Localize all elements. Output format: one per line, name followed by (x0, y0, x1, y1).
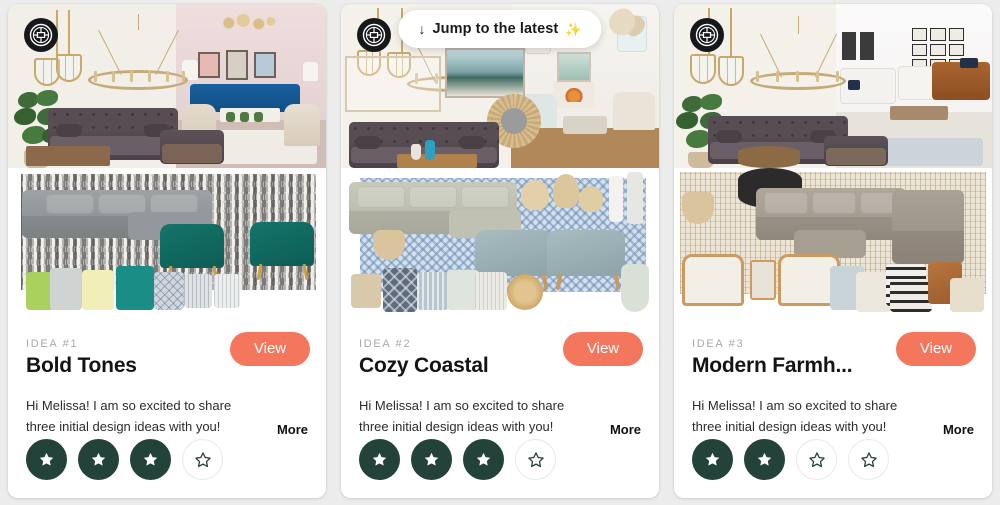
rating-star-3[interactable] (130, 439, 171, 480)
brand-badge-icon (357, 18, 391, 52)
rating-control[interactable] (26, 439, 223, 480)
more-link[interactable]: More (936, 422, 974, 437)
idea-card-footer: IDEA #2 Cozy Coastal View Hi Melissa! I … (341, 320, 659, 498)
moodboard-bold-tones[interactable] (8, 4, 326, 320)
rating-star-2[interactable] (411, 439, 452, 480)
idea-card[interactable]: IDEA #1 Bold Tones View Hi Melissa! I am… (8, 4, 326, 498)
moodboard-modern-farmhouse[interactable] (674, 4, 992, 320)
more-link[interactable]: More (603, 422, 641, 437)
rating-control[interactable] (359, 439, 556, 480)
rating-star-1[interactable] (359, 439, 400, 480)
jump-to-latest-button[interactable]: ↓ Jump to the latest ✨ (398, 10, 602, 48)
idea-description-wrap: Hi Melissa! I am so excited to share thr… (692, 395, 974, 437)
idea-card[interactable]: IDEA #2 Cozy Coastal View Hi Melissa! I … (341, 4, 659, 498)
brand-badge-icon (24, 18, 58, 52)
framed-art (445, 48, 525, 98)
idea-description: Hi Melissa! I am so excited to share thr… (26, 398, 232, 434)
moodboard-lower (8, 168, 326, 320)
rating-star-3[interactable] (463, 439, 504, 480)
rating-star-4[interactable] (515, 439, 556, 480)
rating-control[interactable] (692, 439, 889, 480)
idea-description: Hi Melissa! I am so excited to share thr… (359, 398, 565, 434)
sparkles-icon: ✨ (565, 21, 582, 37)
rating-star-1[interactable] (26, 439, 67, 480)
idea-card-rail[interactable]: IDEA #1 Bold Tones View Hi Melissa! I am… (8, 4, 992, 498)
idea-card[interactable]: IDEA #3 Modern Farmh... View Hi Melissa!… (674, 4, 992, 498)
rating-star-2[interactable] (744, 439, 785, 480)
idea-description-wrap: Hi Melissa! I am so excited to share thr… (359, 395, 641, 437)
idea-description-wrap: Hi Melissa! I am so excited to share thr… (26, 395, 308, 437)
idea-card-footer: IDEA #3 Modern Farmh... View Hi Melissa!… (674, 320, 992, 498)
accent-chair (160, 224, 224, 268)
pillow-swatch (351, 274, 381, 308)
rating-star-1[interactable] (692, 439, 733, 480)
moodboard-lower (674, 168, 992, 320)
rating-star-2[interactable] (78, 439, 119, 480)
rating-star-4[interactable] (848, 439, 889, 480)
moodboard-cozy-coastal[interactable] (341, 4, 659, 320)
vase-swatch (621, 264, 649, 312)
idea-description: Hi Melissa! I am so excited to share thr… (692, 398, 898, 434)
jump-to-latest-label: Jump to the latest (432, 21, 559, 37)
rating-star-3[interactable] (796, 439, 837, 480)
more-link[interactable]: More (270, 422, 308, 437)
view-button[interactable]: View (563, 332, 643, 366)
view-button[interactable]: View (896, 332, 976, 366)
design-ideas-screen: IDEA #1 Bold Tones View Hi Melissa! I am… (0, 0, 1000, 505)
brand-badge-icon (690, 18, 724, 52)
moodboard-lower (341, 168, 659, 320)
idea-card-footer: IDEA #1 Bold Tones View Hi Melissa! I am… (8, 320, 326, 498)
down-arrow-icon: ↓ (418, 21, 426, 37)
view-button[interactable]: View (230, 332, 310, 366)
rating-star-4[interactable] (182, 439, 223, 480)
framed-art (345, 56, 441, 112)
